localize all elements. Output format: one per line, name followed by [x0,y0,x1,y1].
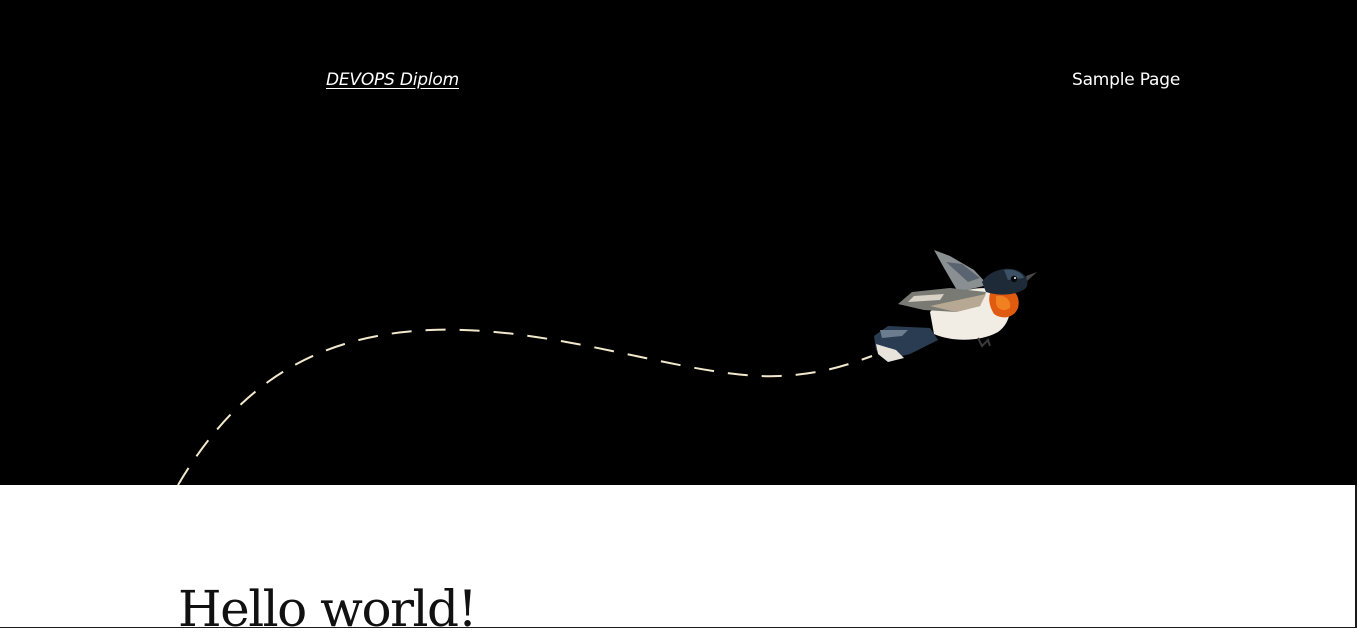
post-title-link[interactable]: Hello world! [178,581,478,637]
main-content: Hello world! [0,485,1357,637]
site-header: DEVOPS Diplom Sample Page [0,0,1357,485]
bird-icon [874,250,1037,362]
flight-path [177,328,873,485]
hero-illustration [177,250,1037,485]
